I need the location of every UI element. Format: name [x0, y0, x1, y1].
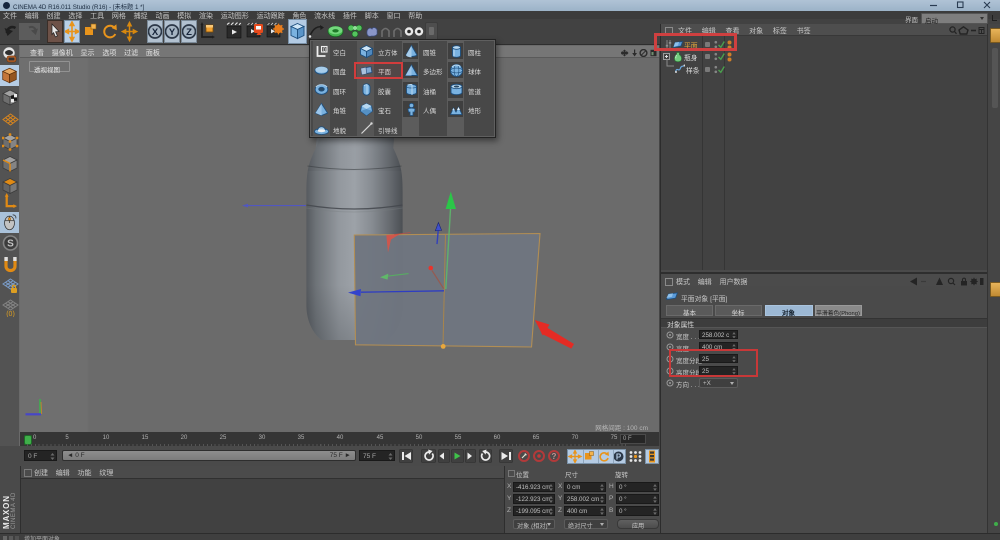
svg-text:S: S: [7, 239, 14, 250]
svg-text:?: ?: [552, 452, 557, 461]
svg-text:Z: Z: [186, 27, 192, 38]
svg-text:P: P: [616, 452, 622, 461]
svg-text:0: 0: [323, 47, 326, 53]
svg-text:Y: Y: [169, 27, 176, 38]
svg-text:(0): (0): [6, 311, 15, 317]
svg-text:X: X: [152, 27, 159, 38]
